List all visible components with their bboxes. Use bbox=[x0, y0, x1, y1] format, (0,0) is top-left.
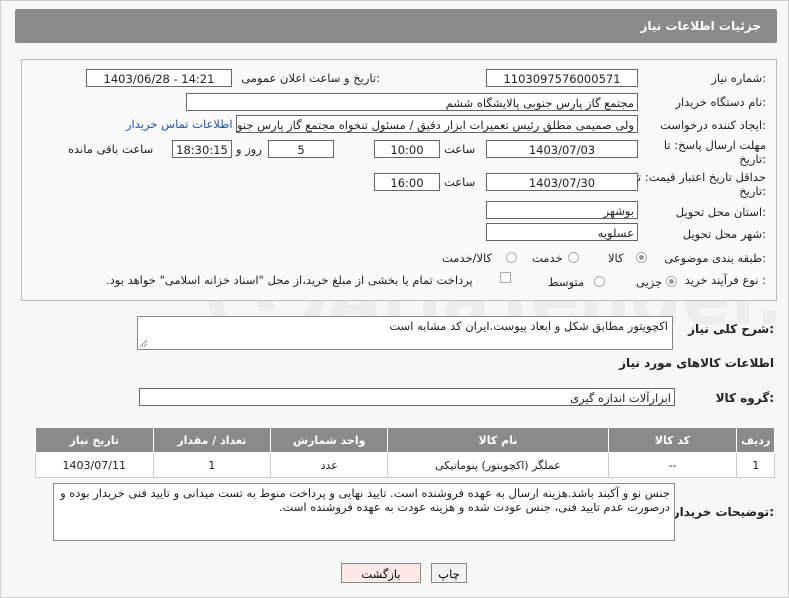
col-row: ردیف bbox=[736, 427, 775, 453]
price-validity-time-label: ساعت bbox=[444, 175, 476, 189]
resize-grip-icon bbox=[140, 340, 147, 347]
col-name: نام کالا bbox=[387, 427, 609, 453]
need-number-field: 1103097576000571 bbox=[486, 69, 638, 87]
city-label: شهر محل تحویل: bbox=[682, 227, 766, 241]
category-service-radio[interactable] bbox=[568, 252, 579, 263]
treasury-payment-checkbox[interactable] bbox=[500, 272, 511, 283]
remaining-label: ساعت باقی مانده bbox=[68, 142, 154, 156]
remaining-days-field: 5 bbox=[268, 140, 334, 158]
cell-row: 1 bbox=[736, 452, 775, 478]
goods-table-header: ردیف کد کالا نام کالا واحد شمارش تعداد /… bbox=[35, 427, 775, 453]
col-unit: واحد شمارش bbox=[269, 427, 389, 453]
need-number-label: شماره نیاز: bbox=[711, 71, 766, 85]
price-validity-label: حداقل تاریخ اعتبار قیمت: تا bbox=[634, 170, 766, 184]
buyer-org-label: نام دستگاه خریدار: bbox=[675, 95, 766, 109]
province-field: بوشهر bbox=[486, 201, 638, 219]
city-field: عسلویه bbox=[486, 223, 638, 241]
treasury-payment-note: پرداخت تمام یا بخشی از مبلغ خرید،از محل … bbox=[106, 273, 473, 287]
cell-code: -- bbox=[607, 452, 738, 478]
deadline-label: مهلت ارسال پاسخ: تا bbox=[663, 138, 766, 152]
cell-name: عملگر (اکچویتور) پنوماتیکی bbox=[387, 452, 609, 478]
cell-unit: عدد bbox=[269, 452, 389, 478]
cell-qty: 1 bbox=[152, 452, 271, 478]
process-type-label: نوع فرآیند خرید : bbox=[684, 273, 766, 287]
cell-date: 1403/07/11 bbox=[35, 452, 154, 478]
deadline-date-field: 1403/07/03 bbox=[486, 140, 638, 158]
days-label: روز و bbox=[236, 142, 262, 156]
category-service-label: خدمت bbox=[532, 251, 563, 265]
province-label: استان محل تحویل: bbox=[675, 205, 766, 219]
process-medium-label: متوسط bbox=[548, 275, 585, 289]
deadline-time-field: 10:00 bbox=[374, 140, 440, 158]
deadline-date-label: تاریخ: bbox=[739, 152, 766, 166]
price-validity-time-field: 16:00 bbox=[374, 173, 440, 191]
table-row: 1 -- عملگر (اکچویتور) پنوماتیکی عدد 1 14… bbox=[35, 452, 775, 478]
process-medium-radio[interactable] bbox=[594, 276, 605, 287]
col-date: تاریخ نیاز bbox=[35, 427, 154, 453]
category-both-label: کالا/خدمت bbox=[442, 251, 493, 265]
col-code: کد کالا bbox=[607, 427, 738, 453]
category-goods-radio[interactable] bbox=[636, 252, 647, 263]
deadline-time-label: ساعت bbox=[444, 142, 476, 156]
col-qty: تعداد / مقدار bbox=[152, 427, 271, 453]
buyer-org-field: مجتمع گاز پارس جنوبی پالایشگاه ششم bbox=[186, 93, 638, 111]
category-goods-label: کالا bbox=[608, 251, 624, 265]
buyer-notes-label: توضیحات خریدار: bbox=[672, 505, 774, 519]
buyer-notes-line-1: جنس نو و آکبند باشد.هزینه ارسال به عهده … bbox=[60, 486, 670, 500]
process-partial-radio[interactable] bbox=[666, 276, 677, 287]
category-label: طبقه بندی موضوعی: bbox=[664, 251, 766, 265]
back-button[interactable]: بازگشت bbox=[341, 563, 421, 583]
goods-table: ردیف کد کالا نام کالا واحد شمارش تعداد /… bbox=[35, 427, 775, 478]
price-validity-date-field: 1403/07/30 bbox=[486, 173, 638, 191]
requester-label: ایجاد کننده درخواست: bbox=[660, 118, 766, 132]
buyer-notes-textarea: جنس نو و آکبند باشد.هزینه ارسال به عهده … bbox=[53, 483, 675, 541]
buyer-contact-link[interactable]: اطلاعات تماس خریدار bbox=[126, 117, 233, 131]
goods-group-field: ابزارآلات اندازه گیری bbox=[139, 388, 675, 406]
page-container: جزئیات اطلاعات نیاز AriaTender.net شماره… bbox=[0, 0, 789, 598]
process-partial-label: جزیی bbox=[636, 275, 663, 289]
description-label: شرح کلی نیاز: bbox=[688, 322, 774, 336]
page-header: جزئیات اطلاعات نیاز bbox=[15, 9, 777, 43]
remaining-time-field: 18:30:15 bbox=[172, 140, 232, 158]
print-button[interactable]: چاپ bbox=[431, 563, 467, 583]
need-details-panel: شماره نیاز: 1103097576000571 تاریخ و ساع… bbox=[21, 59, 777, 301]
requester-field: ولی صمیمی مطلق رئیس تعمیرات ابزار دقیق /… bbox=[236, 115, 638, 133]
page-title: جزئیات اطلاعات نیاز bbox=[640, 19, 761, 33]
category-both-radio[interactable] bbox=[506, 252, 517, 263]
price-validity-date-label: تاریخ: bbox=[739, 184, 766, 198]
announce-field: 1403/06/28 - 14:21 bbox=[86, 69, 232, 87]
goods-section-title: اطلاعات کالاهای مورد نیاز bbox=[619, 356, 774, 370]
description-text: اکچویتور مطابق شکل و ابعاد پیوست.ایران ک… bbox=[389, 319, 668, 333]
goods-group-label: گروه کالا: bbox=[715, 391, 774, 405]
announce-label: تاریخ و ساعت اعلان عمومی: bbox=[241, 71, 380, 85]
description-textarea: اکچویتور مطابق شکل و ابعاد پیوست.ایران ک… bbox=[137, 316, 673, 350]
buyer-notes-line-2: درصورت عدم تایید فنی، جنس عودت شده و هزی… bbox=[278, 500, 670, 514]
